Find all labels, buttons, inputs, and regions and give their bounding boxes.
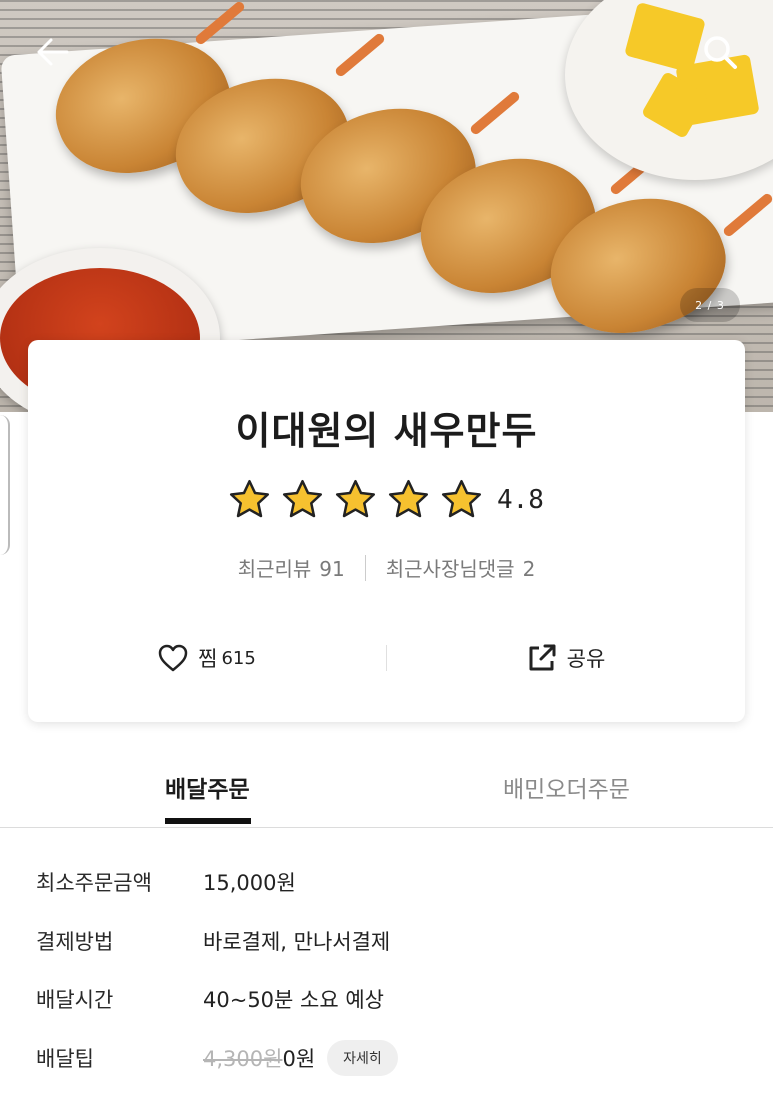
delivery-tip-discounted: 0원 [282, 1047, 316, 1071]
search-icon [704, 36, 737, 69]
store-info-card: 이대원의 새우만두 4.8 최근리뷰 91 최근사장님댓글 2 찜 615 공유 [28, 340, 745, 722]
min-order-label: 최소주문금액 [36, 871, 152, 895]
active-tab-indicator [165, 818, 251, 824]
delivery-tip-detail-button[interactable]: 자세히 [327, 1040, 398, 1076]
review-row: 최근리뷰 91 최근사장님댓글 2 [28, 553, 745, 582]
payment-value: 바로결제, 만나서결제 [203, 930, 391, 954]
star-icon [229, 479, 270, 518]
star-icon [282, 479, 323, 518]
share-icon [529, 644, 556, 671]
like-button[interactable]: 찜 615 [28, 643, 386, 673]
arrow-left-icon [37, 38, 69, 66]
tab-baemin-order[interactable]: 배민오더주문 [503, 770, 630, 804]
like-label: 찜 [198, 647, 218, 671]
payment-label: 결제방법 [36, 930, 114, 954]
action-row: 찜 615 공유 [28, 630, 745, 686]
tab-delivery-order[interactable]: 배달주문 [165, 770, 250, 804]
share-button[interactable]: 공유 [387, 643, 745, 673]
delivery-tip-row: 배달팁 4,300원 0원 자세히 [36, 1038, 398, 1078]
share-label: 공유 [566, 647, 606, 671]
star-icon [388, 479, 429, 518]
store-name: 이대원의 새우만두 [235, 409, 538, 453]
min-order-row: 최소주문금액 15,000원 [36, 862, 296, 902]
owner-comments-link[interactable]: 최근사장님댓글 2 [386, 553, 536, 582]
star-icon [335, 479, 376, 518]
payment-row: 결제방법 바로결제, 만나서결제 [36, 921, 390, 961]
delivery-tip-original: 4,300원 [203, 1047, 283, 1071]
review-divider [364, 554, 366, 581]
rating-value: 4.8 [497, 484, 544, 515]
delivery-time-value: 40~50분 소요 예상 [203, 988, 384, 1012]
recent-reviews-label: 최근리뷰 [237, 557, 312, 581]
rating-row[interactable]: 4.8 [228, 478, 544, 521]
delivery-time-label: 배달시간 [36, 988, 114, 1012]
image-page-indicator: 2 / 3 [680, 288, 740, 322]
min-order-value: 15,000원 [203, 871, 296, 895]
owner-comments-label: 최근사장님댓글 [385, 557, 515, 581]
star-icon [441, 479, 482, 518]
like-count: 615 [221, 647, 256, 669]
delivery-time-row: 배달시간 40~50분 소요 예상 [36, 979, 384, 1019]
search-button[interactable] [696, 28, 744, 76]
order-type-tabs: 배달주문 배민오더주문 [0, 760, 773, 828]
side-edge-decoration [0, 415, 10, 555]
recent-reviews-count: 91 [319, 557, 345, 581]
delivery-tip-label: 배달팁 [36, 1047, 94, 1071]
heart-icon [158, 644, 188, 672]
back-button[interactable] [30, 30, 74, 74]
recent-reviews-link[interactable]: 최근리뷰 91 [238, 553, 345, 582]
owner-comments-count: 2 [522, 557, 536, 581]
